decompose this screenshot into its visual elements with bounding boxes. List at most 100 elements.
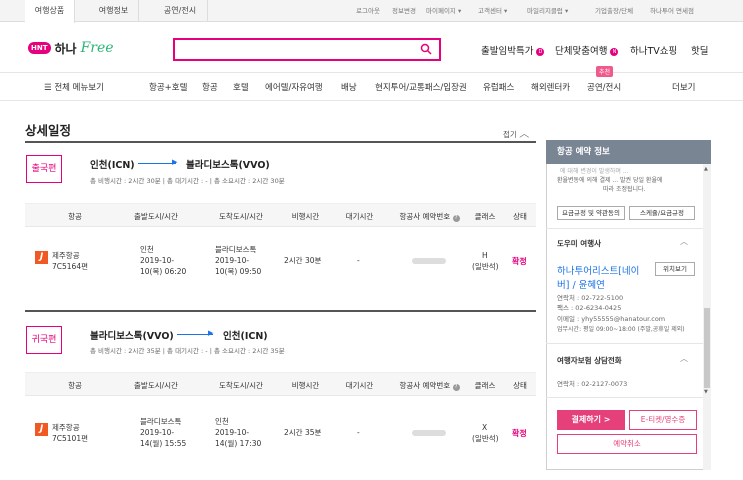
return-dep-city: 블라디보스톡: [140, 417, 182, 426]
nav-more[interactable]: 더보기: [672, 81, 695, 93]
col-flight-time: 비행시간: [291, 381, 320, 390]
nav-hotel[interactable]: 호텔: [233, 81, 249, 93]
nav-rentcar[interactable]: 해외렌터카: [531, 81, 570, 93]
col-class: 클래스: [474, 381, 496, 390]
logo-mark: HNT: [28, 42, 51, 54]
outbound-from: 인천(ICN): [90, 160, 135, 171]
logo-hana: 하나: [54, 41, 77, 56]
return-to: 인천(ICN): [223, 331, 268, 342]
arrow-head-icon: ▶: [208, 329, 214, 337]
return-airline: 제주항공: [52, 423, 80, 432]
return-dep-time: 14(월) 15:55: [140, 439, 187, 448]
return-status: 확정: [512, 429, 527, 438]
search-icon[interactable]: [420, 43, 432, 55]
col-airline-booking: 항공사 예약번호 ?: [392, 380, 467, 391]
new-badge-dot: N: [610, 48, 619, 56]
return-duration: 2시간 35분: [284, 428, 322, 437]
fare-rules-button[interactable]: 요금규정 및 약관동의: [557, 206, 625, 220]
jeju-air-icon: J: [35, 423, 48, 436]
col-class: 클래스: [474, 212, 496, 221]
outbound-arr-city: 블라디보스톡: [215, 245, 257, 254]
return-from: 블라디보스톡(VVO): [90, 331, 174, 342]
col-airline: 항공: [68, 212, 82, 221]
side-scrollbar-thumb[interactable]: [704, 308, 710, 388]
tab-travel-info[interactable]: 여행정보: [89, 0, 139, 22]
return-arr-time: 14(월) 17:30: [215, 439, 262, 448]
hot-deal-link[interactable]: 핫딜: [691, 43, 708, 57]
outbound-dep-city: 인천: [140, 245, 154, 254]
agency-name-line1[interactable]: 하나투어리스트[네이: [557, 263, 639, 277]
map-button[interactable]: 위치보기: [655, 262, 695, 276]
chevron-up-icon[interactable]: ︿: [680, 236, 688, 247]
booking-number-blurred: [412, 430, 446, 436]
last-minute-deals-link[interactable]: 출발임박특가 D: [481, 43, 545, 57]
search-input[interactable]: [173, 38, 441, 61]
return-badge: 귀국편: [26, 326, 62, 354]
col-departure: 출발도시/시간: [134, 381, 178, 390]
nav-air-hotel[interactable]: 항공+호텔: [149, 81, 187, 93]
hana-free-logo[interactable]: HNT 하나 Free: [28, 39, 114, 57]
nav-eurail[interactable]: 유럽패스: [483, 81, 514, 93]
chevron-up-icon[interactable]: ︿: [680, 353, 688, 364]
col-departure: 출발도시/시간: [134, 212, 178, 221]
nav-local-tour[interactable]: 현지투어/교통패스/입장권: [375, 81, 467, 93]
outbound-duration: 2시간 30분: [284, 256, 322, 265]
hana-tv-shopping-link[interactable]: 하나TV쇼핑: [630, 43, 677, 57]
nav-airtel[interactable]: 에어텔/자유여행: [265, 81, 323, 93]
pay-button[interactable]: 결제하기 >: [557, 410, 625, 430]
all-menu-button[interactable]: ☰ 전체 메뉴보기: [44, 81, 104, 93]
col-airline-booking: 항공사 예약번호 ?: [392, 211, 467, 222]
arrow-head-icon: ▶: [172, 158, 178, 166]
side-divider: [546, 343, 703, 344]
tab-performance[interactable]: 공연/전시: [153, 0, 208, 22]
fold-toggle[interactable]: 접기 ︿: [503, 125, 529, 140]
return-arr-city: 인천: [215, 417, 229, 426]
customer-center-link[interactable]: 고객센터 ▾: [478, 0, 507, 22]
col-status: 상태: [513, 381, 527, 390]
cancel-reservation-button[interactable]: 예약취소: [557, 434, 697, 454]
schedule-rules-button[interactable]: 스케쥴/요금규정: [629, 206, 695, 220]
booking-number-blurred: [412, 258, 446, 264]
agency-contact: 연락처 : 02-722-5100: [557, 294, 624, 302]
profile-edit-link[interactable]: 정보변경: [392, 0, 416, 22]
help-icon[interactable]: ?: [452, 384, 460, 391]
col-wait-time: 대기시간: [345, 212, 374, 221]
nav-performance[interactable]: 공연/전시: [587, 81, 621, 93]
outbound-summary: 총 비행시간 : 2시간 30분 | 총 대기시간 : - | 총 소요시간 :…: [90, 177, 285, 185]
col-airline: 항공: [68, 381, 82, 390]
tab-travel-products[interactable]: 여행상품: [25, 0, 75, 23]
side-notice-1: 에 대해 변경이 발생하며 ...: [560, 168, 629, 175]
col-status: 상태: [513, 212, 527, 221]
group-travel-link[interactable]: 단체맞춤여행 N: [555, 43, 619, 57]
mypage-link[interactable]: 마이페이지 ▾: [426, 0, 461, 22]
eticket-receipt-button[interactable]: E-티켓/영수증: [629, 410, 697, 430]
insurance-header: 여행자보험 상담전화: [557, 356, 622, 365]
corporate-link[interactable]: 기업출장/단체: [595, 0, 633, 22]
outbound-dep-time: 10(목) 06:20: [140, 267, 187, 276]
agency-header: 도우미 여행사: [557, 239, 602, 248]
scroll-up-icon[interactable]: ▲: [704, 166, 708, 172]
nav-air[interactable]: 항공: [202, 81, 218, 93]
outbound-airline: 제주항공: [52, 251, 80, 260]
agency-name-line2[interactable]: 버] / 윤혜연: [557, 277, 605, 291]
return-summary: 총 비행시간 : 2시간 35분 | 총 대기시간 : - | 총 소요시간 :…: [90, 347, 285, 355]
side-divider: [546, 228, 703, 229]
mileage-club-link[interactable]: 마일리지클럽 ▾: [527, 0, 568, 22]
outbound-class-name: (일반석): [472, 262, 499, 271]
col-arrival: 도착도시/시간: [219, 381, 263, 390]
side-notice-2: 환율변동에 의해 결제 ... 발권 당일 환율에: [557, 177, 663, 184]
help-icon[interactable]: ?: [452, 215, 460, 222]
scroll-down-icon[interactable]: ▼: [704, 389, 708, 395]
insurance-contact: 연락처 : 02-2127-0073: [557, 380, 628, 388]
return-flight-no: 7C5101편: [52, 434, 88, 443]
col-wait-time: 대기시간: [345, 381, 374, 390]
duty-free-link[interactable]: 하나투어 면세점: [650, 0, 694, 22]
nav-backpack[interactable]: 배낭: [341, 81, 357, 93]
outbound-flight-no: 7C5164편: [52, 262, 88, 271]
jeju-air-icon: J: [35, 251, 48, 264]
route-arrow: [138, 163, 176, 164]
main-nav: [0, 72, 743, 101]
col-arrival: 도착도시/시간: [219, 212, 263, 221]
logo-free: Free: [80, 40, 114, 56]
logout-link[interactable]: 로그아웃: [356, 0, 380, 22]
